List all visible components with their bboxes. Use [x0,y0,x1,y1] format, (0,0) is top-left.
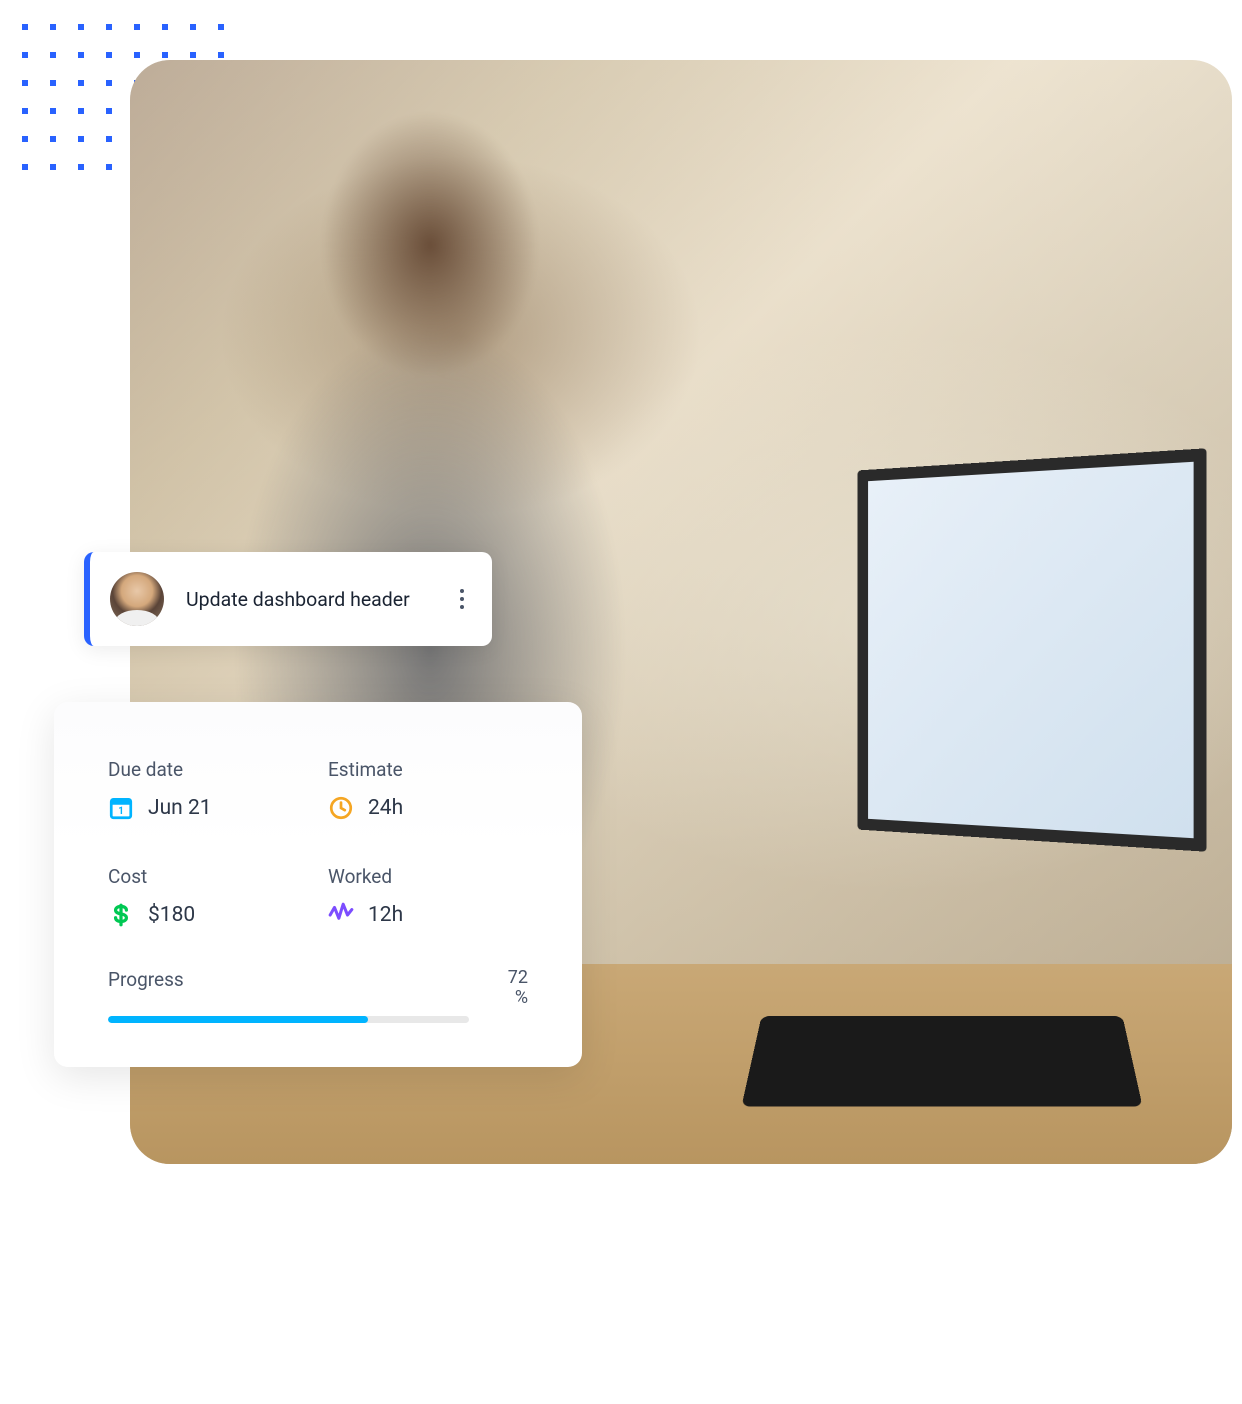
task-title: Update dashboard header [186,588,450,611]
clock-icon [328,795,354,821]
dollar-icon [108,902,134,928]
estimate-label: Estimate [328,758,528,781]
progress-field: Progress 72% [108,968,528,1023]
due-date-field: Due date 1 Jun 21 [108,758,308,821]
task-details-card: Due date 1 Jun 21 Estimate 24h [54,702,582,1067]
assignee-avatar[interactable] [110,572,164,626]
estimate-value: 24h [368,796,403,820]
worked-label: Worked [328,865,528,888]
task-card[interactable]: Update dashboard header [84,552,492,646]
progress-bar[interactable] [108,1016,469,1023]
progress-label: Progress [108,968,184,991]
activity-icon [328,902,354,928]
svg-text:1: 1 [118,806,124,817]
calendar-icon: 1 [108,795,134,821]
more-options-icon[interactable] [450,587,474,611]
progress-percent: 72% [508,968,528,1008]
due-date-label: Due date [108,758,308,781]
due-date-value: Jun 21 [148,796,212,820]
cost-label: Cost [108,865,308,888]
cost-value: $180 [148,903,195,927]
worked-field: Worked 12h [328,865,528,928]
worked-value: 12h [368,903,403,927]
cost-field: Cost $180 [108,865,308,928]
estimate-field: Estimate 24h [328,758,528,821]
